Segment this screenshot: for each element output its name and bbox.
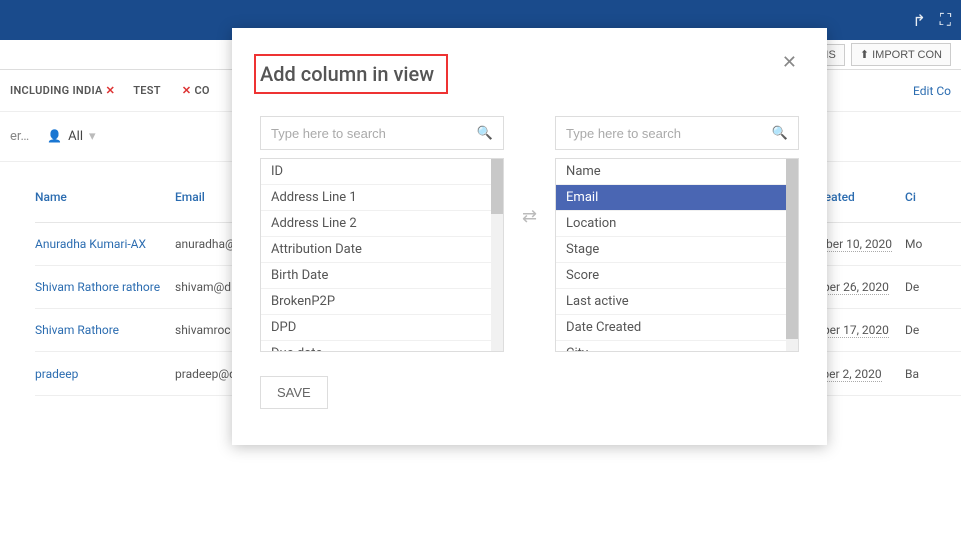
save-button[interactable]: SAVE [260, 376, 328, 409]
available-search-input[interactable] [271, 126, 477, 141]
chosen-search-input[interactable] [566, 126, 772, 141]
scrollbar[interactable] [786, 159, 798, 351]
available-column-item[interactable]: Birth Date [261, 263, 503, 289]
chosen-search[interactable]: 🔍 [555, 116, 799, 150]
chosen-column-item[interactable]: Stage [556, 237, 798, 263]
available-columns-panel: 🔍 IDAddress Line 1Address Line 2Attribut… [260, 116, 504, 352]
scrollbar-thumb[interactable] [491, 159, 503, 214]
chosen-columns-panel: 🔍 NameEmailLocationStageScoreLast active… [555, 116, 799, 352]
available-search[interactable]: 🔍 [260, 116, 504, 150]
add-column-modal: ✕ Add column in view 🔍 IDAddress Line 1A… [232, 28, 827, 445]
scrollbar[interactable] [491, 159, 503, 351]
close-icon[interactable]: ✕ [782, 52, 797, 73]
chosen-column-item[interactable]: Last active [556, 289, 798, 315]
available-column-item[interactable]: Address Line 1 [261, 185, 503, 211]
chosen-columns-list[interactable]: NameEmailLocationStageScoreLast activeDa… [555, 158, 799, 352]
available-columns-list[interactable]: IDAddress Line 1Address Line 2Attributio… [260, 158, 504, 352]
available-column-item[interactable]: Address Line 2 [261, 211, 503, 237]
chosen-column-item[interactable]: Location [556, 211, 798, 237]
available-column-item[interactable]: BrokenP2P [261, 289, 503, 315]
search-icon: 🔍 [772, 126, 788, 141]
chosen-column-item[interactable]: Date Created [556, 315, 798, 341]
chosen-column-item[interactable]: Score [556, 263, 798, 289]
chosen-column-item[interactable]: Name [556, 159, 798, 185]
scrollbar-thumb[interactable] [786, 159, 798, 339]
available-column-item[interactable]: ID [261, 159, 503, 185]
chosen-column-item[interactable]: City [556, 341, 798, 352]
chosen-column-item[interactable]: Email [556, 185, 798, 211]
search-icon: 🔍 [477, 126, 493, 141]
available-column-item[interactable]: Attribution Date [261, 237, 503, 263]
available-column-item[interactable]: DPD [261, 315, 503, 341]
modal-title: Add column in view [260, 62, 434, 86]
modal-title-highlight: Add column in view [254, 54, 448, 94]
available-column-item[interactable]: Due date [261, 341, 503, 352]
swap-icon[interactable]: ⇄ [522, 116, 537, 227]
